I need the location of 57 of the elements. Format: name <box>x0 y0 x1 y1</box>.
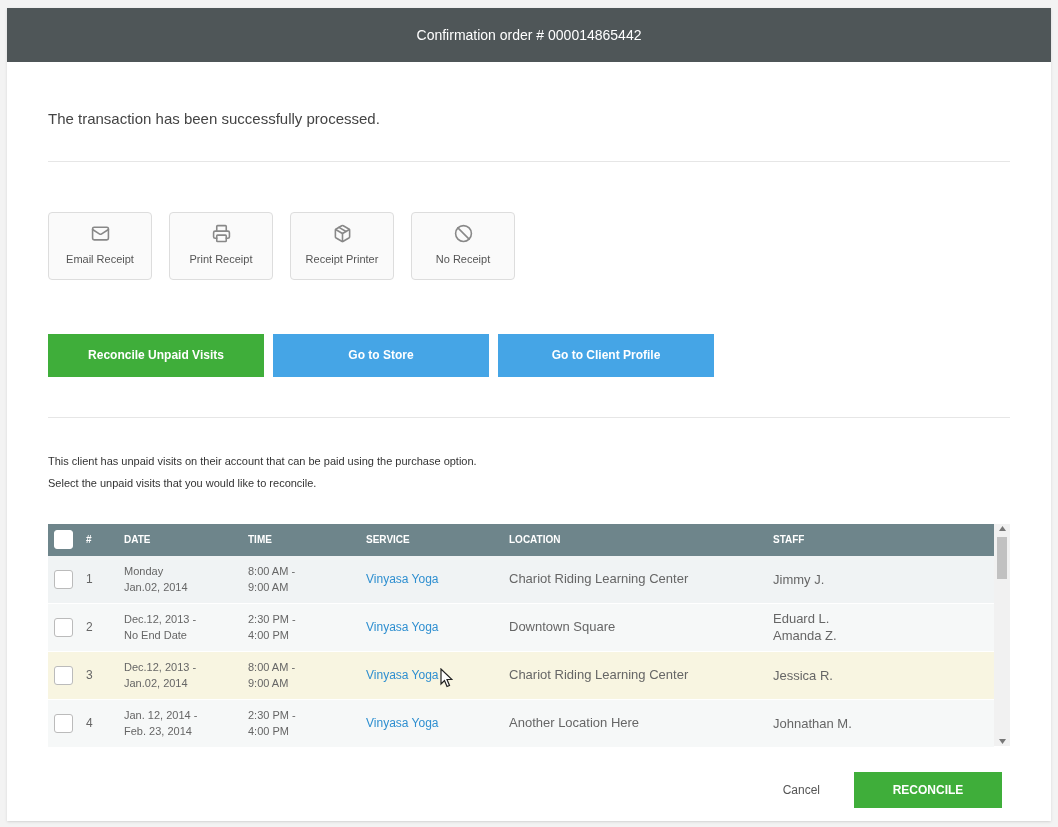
scrollbar[interactable] <box>994 523 1010 746</box>
column-header: STAFF <box>773 534 805 545</box>
row-number: 2 <box>86 620 93 634</box>
reconcile-button[interactable]: RECONCILE <box>854 771 1002 808</box>
column-header: DATE <box>124 534 151 545</box>
row-checkbox[interactable] <box>54 713 73 733</box>
location-cell: Chariot Riding Learning Center <box>509 571 689 586</box>
receipt-option-button[interactable]: Print Receipt <box>169 211 273 280</box>
scroll-down-icon[interactable] <box>998 738 1006 744</box>
time-cell-text: 2:30 PM - 4:00 PM <box>248 612 296 643</box>
receipt-option-button[interactable]: No Receipt <box>411 211 515 280</box>
date-cell-text: Jan. 12, 2014 - Feb. 23, 2014 <box>124 708 198 739</box>
service-link[interactable]: Vinyasa Yoga <box>366 571 439 587</box>
service-link[interactable]: Vinyasa Yoga <box>366 619 439 635</box>
receipt-option-button[interactable]: Email Receipt <box>48 211 152 280</box>
staff-cell: Johnathan M. <box>773 714 852 732</box>
scroll-up-icon[interactable] <box>998 525 1006 531</box>
notice-text: This client has unpaid visits on their account that can be paid using the purchase option. <box>48 453 478 469</box>
service-link[interactable]: Vinyasa Yoga <box>366 667 439 683</box>
row-number: 1 <box>86 572 93 586</box>
table-row[interactable]: 4 Jan. 12, 2014 - Feb. 23, 2014 2:30 PM - 4:00 PM Vinyasa Yoga Another Location Here Johnathan M. <box>48 699 995 748</box>
notice-text: Select the unpaid visits that you would like to reconcile. <box>48 475 318 491</box>
status-message: The transaction has been successfully processed. <box>48 109 381 129</box>
date-cell-text: Dec.12, 2013 - No End Date <box>124 612 197 643</box>
row-number: 3 <box>86 668 93 682</box>
staff-cell: Jessica R. <box>773 666 833 684</box>
location-cell: Chariot Riding Learning Center <box>509 667 689 682</box>
row-number: 4 <box>86 716 93 730</box>
staff-cell: Eduard L. Amanda Z. <box>773 610 837 644</box>
column-header: # <box>86 534 92 545</box>
row-checkbox[interactable] <box>54 617 73 637</box>
column-header: SERVICE <box>366 534 410 545</box>
location-cell: Another Location Here <box>509 715 640 730</box>
cancel-button[interactable]: Cancel <box>776 772 826 807</box>
column-header: TIME <box>248 534 272 545</box>
select-all-checkbox[interactable] <box>54 530 73 549</box>
staff-cell: Jimmy J. <box>773 570 825 588</box>
table-row[interactable]: 1 Monday Jan.02, 2014 8:00 AM - 9:00 AM Vinyasa Yoga Chariot Riding Learning Center Jimmy J. <box>48 555 995 604</box>
time-cell-text: 2:30 PM - 4:00 PM <box>248 708 296 739</box>
time-cell-text: 8:00 AM - 9:00 AM <box>248 660 296 691</box>
mouse-pointer-icon <box>439 668 453 688</box>
receipt-option-button[interactable]: Receipt Printer <box>290 211 394 280</box>
dialog-title: Confirmation order # 000014865442 <box>7 8 1051 62</box>
date-cell-text: Dec.12, 2013 - Jan.02, 2014 <box>124 660 197 691</box>
scrollbar-thumb[interactable] <box>997 536 1008 579</box>
time-cell-text: 8:00 AM - 9:00 AM <box>248 564 296 595</box>
print-icon <box>211 223 231 243</box>
service-link[interactable]: Vinyasa Yoga <box>366 715 439 731</box>
row-checkbox[interactable] <box>54 665 73 685</box>
action-button[interactable]: Reconcile Unpaid Visits <box>48 333 264 377</box>
email-icon <box>90 223 110 243</box>
row-checkbox[interactable] <box>54 569 73 589</box>
location-cell: Downtown Square <box>509 619 616 634</box>
table-row[interactable]: 2 Dec.12, 2013 - No End Date 2:30 PM - 4:00 PM Vinyasa Yoga Downtown Square Eduard L. Amanda Z. <box>48 603 995 652</box>
date-cell-text: Monday Jan.02, 2014 <box>124 564 188 595</box>
table-row[interactable]: 3 Dec.12, 2013 - Jan.02, 2014 8:00 AM - 9:00 AM Vinyasa Yoga Chariot Riding Learning Center Jessica R. <box>48 651 995 700</box>
column-header: LOCATION <box>509 534 561 545</box>
